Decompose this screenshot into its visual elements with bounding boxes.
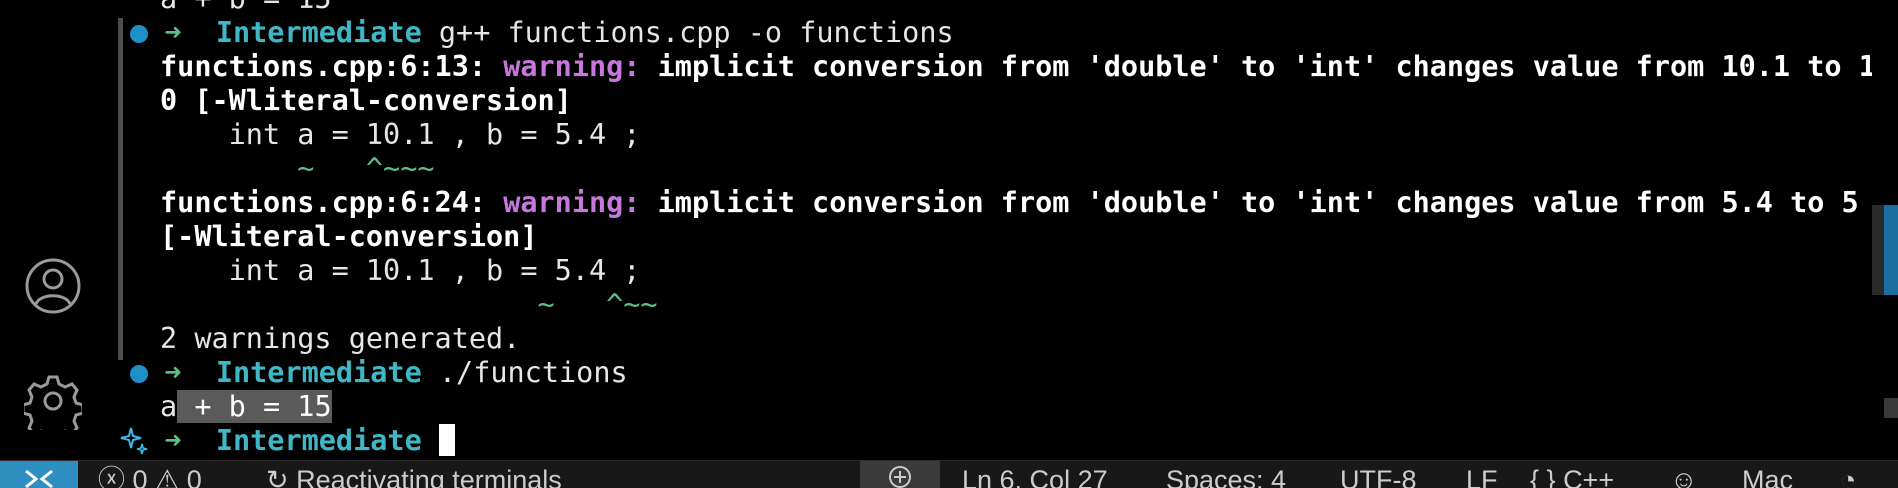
terminal-scrollbar[interactable] xyxy=(1872,0,1898,460)
warning-line: functions.cpp:6:24: warning: implicit co… xyxy=(160,186,1859,220)
warning-wrap-line: 0 [-Wliteral-conversion] xyxy=(160,84,572,117)
settings-gear-icon[interactable] xyxy=(22,370,84,432)
prompt-line: ➜ Intermediate ./functions xyxy=(130,356,628,390)
indentation-setting[interactable]: Spaces: 4 xyxy=(1166,465,1286,488)
output-text: a xyxy=(160,390,178,423)
error-count: 0 xyxy=(132,465,148,488)
activity-label: Reactivating terminals xyxy=(296,465,562,488)
problems-button[interactable]: ⓧ 0 ⚠ 0 xyxy=(98,465,202,488)
squiggle-marker: ~ ^~~ xyxy=(160,288,658,321)
prompt-line: ➜ Intermediate g++ functions.cpp -o func… xyxy=(130,16,954,50)
scrollbar-marker xyxy=(1884,205,1898,295)
command-block-bar xyxy=(118,18,123,360)
language-label: C++ xyxy=(1563,465,1615,488)
prompt-directory: Intermediate xyxy=(215,424,422,457)
warnings-summary: 2 warnings generated. xyxy=(160,322,521,355)
notifications-bell-icon[interactable]: ◔ xyxy=(1840,465,1856,488)
activity-status[interactable]: ↻ Reactivating terminals xyxy=(266,465,562,488)
braces-icon: { } xyxy=(1530,465,1556,488)
terminal-cursor xyxy=(438,424,455,456)
warning-location: functions.cpp:6:13: xyxy=(160,50,487,83)
status-bar: ⓧ 0 ⚠ 0 ↻ Reactivating terminals Ln 6, C… xyxy=(0,460,1898,488)
scrollbar-marker xyxy=(1884,398,1898,418)
terminal-panel[interactable]: a + b = 15 ➜ Intermediate g++ functions.… xyxy=(106,0,1872,460)
current-prompt-line[interactable]: ➜ Intermediate xyxy=(130,424,455,458)
eol-setting[interactable]: LF xyxy=(1466,465,1498,488)
error-icon: ⓧ xyxy=(98,465,125,488)
encoding-setting[interactable]: UTF-8 xyxy=(1340,465,1417,488)
code-snippet-line: int a = 10.1 , b = 5.4 ; xyxy=(160,254,641,287)
activity-bar xyxy=(0,0,106,460)
warning-location: functions.cpp:6:24: xyxy=(160,186,487,219)
ports-button[interactable] xyxy=(860,461,940,488)
remote-indicator-button[interactable] xyxy=(0,461,78,488)
squiggle-marker: ~ ^~~~ xyxy=(160,152,435,185)
terminal-output-line: a + b = 15 xyxy=(160,0,332,16)
warning-label: warning: xyxy=(503,50,641,83)
command-text: ./functions xyxy=(421,356,628,389)
warning-label: warning: xyxy=(503,186,641,219)
platform-setting[interactable]: Mac xyxy=(1742,465,1793,488)
warning-message: implicit conversion from 'double' to 'in… xyxy=(640,50,1872,83)
selected-text[interactable]: + b = 15 xyxy=(177,390,332,423)
prompt-directory: Intermediate xyxy=(215,16,422,49)
command-text: g++ functions.cpp -o functions xyxy=(421,16,954,49)
sync-spinner-icon: ↻ xyxy=(266,465,289,488)
account-icon[interactable] xyxy=(22,255,84,317)
warning-wrap-line: [-Wliteral-conversion] xyxy=(160,220,538,253)
remote-icon xyxy=(25,469,53,488)
warning-count: 0 xyxy=(186,465,202,488)
prompt-arrow: ➜ xyxy=(164,424,182,457)
warning-line: functions.cpp:6:13: warning: implicit co… xyxy=(160,50,1872,84)
prompt-arrow: ➜ xyxy=(164,16,182,49)
warning-message: implicit conversion from 'double' to 'in… xyxy=(640,186,1859,219)
zoom-in-icon xyxy=(889,466,911,488)
program-output[interactable]: a + b = 15 xyxy=(160,390,332,424)
code-snippet-line: int a = 10.1 , b = 5.4 ; xyxy=(160,118,641,151)
language-mode[interactable]: { } C++ xyxy=(1530,465,1614,488)
warning-icon: ⚠ xyxy=(155,465,180,488)
prompt-arrow: ➜ xyxy=(164,356,182,389)
cursor-position[interactable]: Ln 6, Col 27 xyxy=(962,465,1108,488)
copilot-icon[interactable]: ☺ xyxy=(1670,465,1698,488)
prompt-directory: Intermediate xyxy=(215,356,422,389)
